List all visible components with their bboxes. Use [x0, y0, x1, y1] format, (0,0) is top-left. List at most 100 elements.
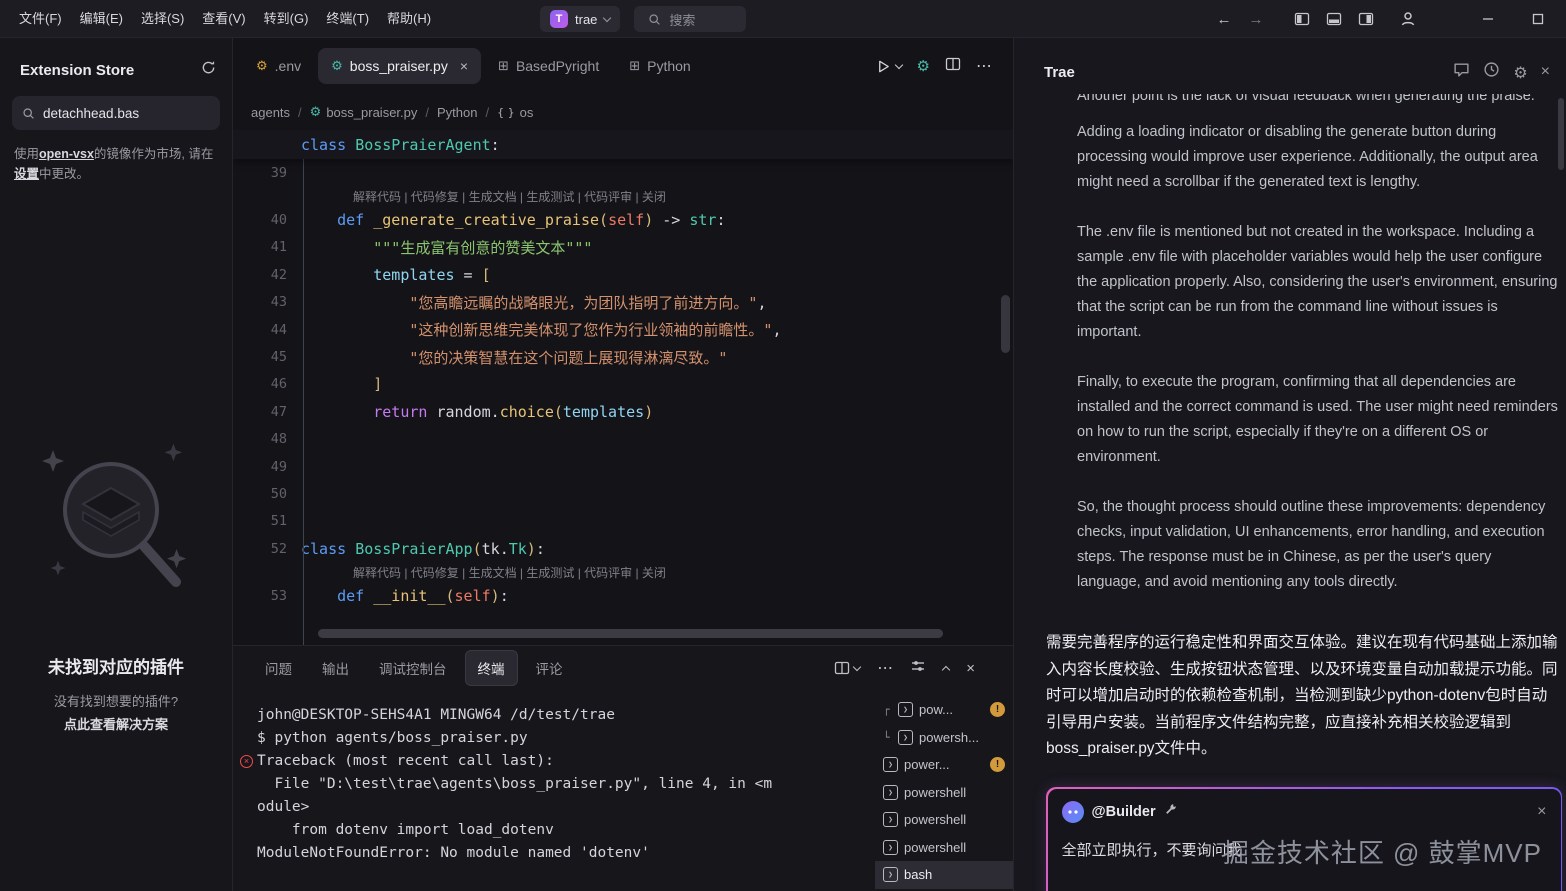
maximize-panel-icon[interactable]	[942, 666, 950, 674]
run-button[interactable]	[876, 59, 902, 74]
panel-tab[interactable]: 终端	[465, 650, 518, 686]
terminal-icon: ❯	[898, 702, 913, 717]
indent-guide	[303, 159, 304, 645]
filter-icon[interactable]	[910, 658, 926, 679]
more-actions-icon[interactable]: ⋯	[976, 56, 993, 76]
code-line-content: class BossPraierApp(tk.Tk):	[287, 540, 545, 558]
toggle-bottom-panel-icon[interactable]	[1318, 5, 1350, 33]
account-icon[interactable]	[1392, 5, 1424, 33]
chevron-down-icon[interactable]	[894, 60, 902, 68]
terminal-list-item[interactable]: ❯powershell	[875, 806, 1013, 834]
close-icon[interactable]: ×	[1537, 803, 1546, 821]
toggle-right-panel-icon[interactable]	[1350, 5, 1382, 33]
editor-tab[interactable]: ⚙ boss_praiser.py ×	[318, 48, 481, 84]
breadcrumb-item[interactable]: { }os	[497, 105, 533, 120]
terminal-list-item[interactable]: └❯powersh...	[875, 724, 1013, 752]
builder-mention[interactable]: @Builder	[1092, 804, 1156, 820]
terminal-name: powershell	[904, 812, 966, 827]
close-chat-icon[interactable]: ×	[1541, 63, 1550, 81]
editor-tab-bar: ⚙.env⚙boss_praiser.py×⊞BasedPyright⊞Pyth…	[233, 38, 1013, 94]
panel-tab[interactable]: 评论	[524, 651, 575, 685]
tab-label: boss_praiser.py	[350, 58, 448, 74]
close-panel-icon[interactable]: ×	[966, 660, 975, 677]
settings-gear-icon[interactable]: ⚙	[1513, 63, 1527, 82]
editor-scrollbar-thumb[interactable]	[1001, 295, 1010, 353]
no-extension-subtitle: 没有找到想要的插件?	[0, 691, 232, 710]
line-number: 53	[233, 588, 287, 604]
sidebar-title: Extension Store	[20, 62, 134, 79]
menu-item[interactable]: 帮助(H)	[378, 6, 440, 32]
code-line: 48	[233, 426, 1013, 453]
extension-search-input[interactable]	[43, 106, 193, 121]
editor-horizontal-scrollbar[interactable]	[318, 629, 943, 638]
code-line: 39	[233, 159, 1013, 186]
chevron-down-icon[interactable]	[853, 662, 861, 670]
warning-badge-icon: !	[990, 757, 1005, 772]
menu-item[interactable]: 文件(F)	[10, 6, 71, 32]
nav-back-button[interactable]: ←	[1208, 5, 1240, 33]
panel-tab[interactable]: 调试控制台	[367, 651, 459, 685]
menu-item[interactable]: 终端(T)	[317, 6, 378, 32]
builder-avatar	[1062, 801, 1084, 823]
menu-item[interactable]: 选择(S)	[132, 6, 193, 32]
breadcrumb-item[interactable]: Python	[437, 105, 477, 120]
global-search[interactable]: 搜索	[634, 6, 746, 32]
panel-tab[interactable]: 输出	[310, 651, 361, 685]
codelens[interactable]: 解释代码 | 代码修复 | 生成文档 | 生成测试 | 代码评审 | 关闭	[233, 562, 1013, 582]
menu-item[interactable]: 查看(V)	[193, 6, 254, 32]
line-number: 43	[233, 294, 287, 310]
terminal-line: from dotenv import load_dotenv	[257, 819, 877, 842]
menu-item[interactable]: 编辑(E)	[71, 6, 132, 32]
terminal-line: john@DESKTOP-SEHS4A1 MINGW64 /d/test/tra…	[257, 704, 877, 727]
breadcrumb-item[interactable]: agents	[251, 105, 290, 120]
more-actions-icon[interactable]: ⋯	[877, 658, 893, 678]
window-maximize-button[interactable]	[1522, 5, 1554, 33]
gear-icon[interactable]: ⚙	[917, 57, 930, 75]
code-line: 51	[233, 508, 1013, 535]
menu-item[interactable]: 转到(G)	[255, 6, 318, 32]
window-minimize-button[interactable]	[1472, 5, 1504, 33]
workspace-switcher[interactable]: T trae	[540, 6, 620, 32]
minimap[interactable]: —	[995, 130, 1013, 645]
breadcrumb: agents/⚙boss_praiser.py/Python/{ }os	[233, 94, 1013, 130]
terminal-list: ┌❯pow...!└❯powersh...❯power...!❯powershe…	[875, 696, 1013, 891]
split-terminal-icon[interactable]	[834, 660, 860, 676]
terminal-list-item[interactable]: ❯powershell	[875, 779, 1013, 807]
codelens[interactable]: 解释代码 | 代码修复 | 生成文档 | 生成测试 | 代码评审 | 关闭	[233, 186, 1013, 206]
terminal-list-item[interactable]: ❯power...!	[875, 751, 1013, 779]
terminal-list-item[interactable]: ┌❯pow...!	[875, 696, 1013, 724]
trae-logo-icon: T	[550, 10, 568, 28]
feedback-icon[interactable]	[1453, 61, 1470, 83]
code-editor[interactable]: class BossPraierAgent: 39解释代码 | 代码修复 | 生…	[233, 130, 1013, 645]
open-vsx-link[interactable]: open-vsx	[39, 147, 94, 161]
split-editor-icon[interactable]	[945, 56, 961, 77]
history-icon[interactable]	[1483, 61, 1500, 83]
tab-label: .env	[275, 58, 301, 74]
extension-search-box[interactable]	[12, 96, 220, 130]
code-line: 46 ]	[233, 371, 1013, 398]
solution-link[interactable]: 点此查看解决方案	[0, 714, 232, 733]
code-line-content: "这种创新思维完美体现了您作为行业领袖的前瞻性。",	[287, 319, 781, 340]
terminal-output[interactable]: john@DESKTOP-SEHS4A1 MINGW64 /d/test/tra…	[257, 704, 877, 891]
toggle-left-panel-icon[interactable]	[1286, 5, 1318, 33]
code-line-content: def _generate_creative_praise(self) -> s…	[287, 211, 725, 229]
tab-close-icon[interactable]: ×	[460, 58, 468, 74]
breadcrumb-label: os	[520, 105, 534, 120]
grid-icon: ⊞	[498, 59, 509, 74]
terminal-list-item[interactable]: ❯bash	[875, 861, 1013, 889]
settings-link[interactable]: 设置	[14, 167, 39, 181]
extension-sidebar: Extension Store 使用open-vsx的镜像作为市场, 请在设置中…	[0, 38, 233, 891]
terminal-name: powershell	[904, 840, 966, 855]
gear-icon: ⚙	[331, 59, 343, 74]
editor-tab[interactable]: ⊞BasedPyright	[485, 48, 612, 84]
editor-tab[interactable]: ⊞Python	[616, 48, 704, 84]
code-line: 50	[233, 480, 1013, 507]
code-line: 53 def __init__(self):	[233, 582, 1013, 609]
terminal-list-item[interactable]: ❯powershell	[875, 834, 1013, 862]
editor-tab[interactable]: ⚙.env	[243, 48, 314, 84]
nav-forward-button[interactable]: →	[1240, 5, 1272, 33]
tree-branch: └	[883, 731, 892, 744]
breadcrumb-item[interactable]: ⚙boss_praiser.py	[310, 105, 418, 120]
panel-tab[interactable]: 问题	[253, 651, 304, 685]
refresh-icon[interactable]	[201, 60, 216, 80]
